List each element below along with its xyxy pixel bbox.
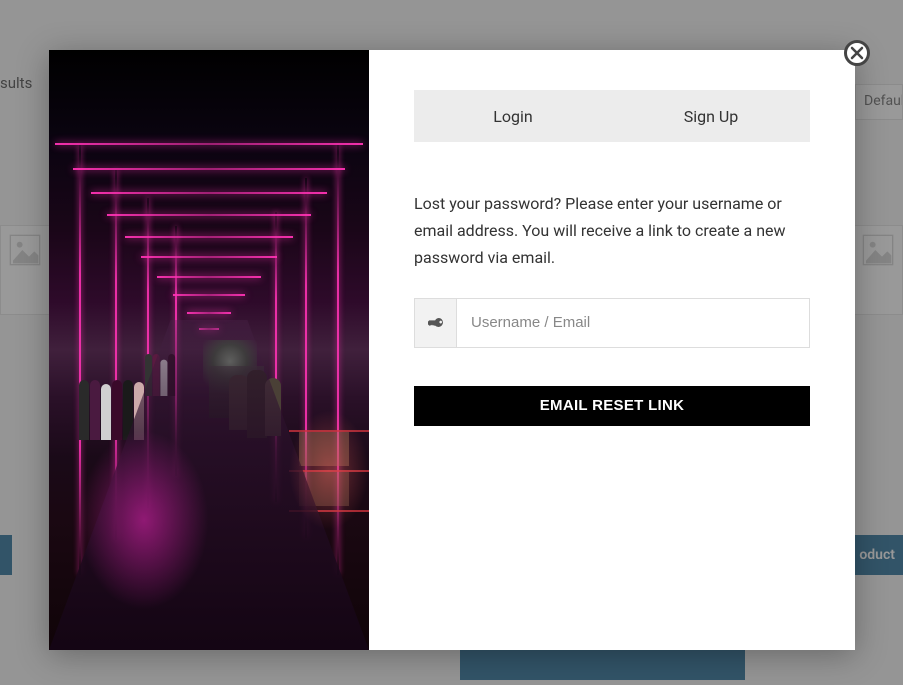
modal-body: Login Sign Up Lost your password? Please…	[369, 50, 855, 650]
username-email-input-row	[414, 298, 810, 348]
email-reset-link-button[interactable]: EMAIL RESET LINK	[414, 386, 810, 426]
auth-modal: Login Sign Up Lost your password? Please…	[49, 50, 855, 650]
key-icon	[415, 299, 457, 347]
modal-hero-image	[49, 50, 369, 650]
auth-tabs: Login Sign Up	[414, 90, 810, 142]
reset-description: Lost your password? Please enter your us…	[414, 190, 810, 272]
tab-signup[interactable]: Sign Up	[612, 90, 810, 142]
tab-login[interactable]: Login	[414, 90, 612, 142]
username-email-input[interactable]	[457, 299, 809, 347]
close-button[interactable]	[844, 40, 870, 66]
close-icon	[850, 46, 864, 60]
